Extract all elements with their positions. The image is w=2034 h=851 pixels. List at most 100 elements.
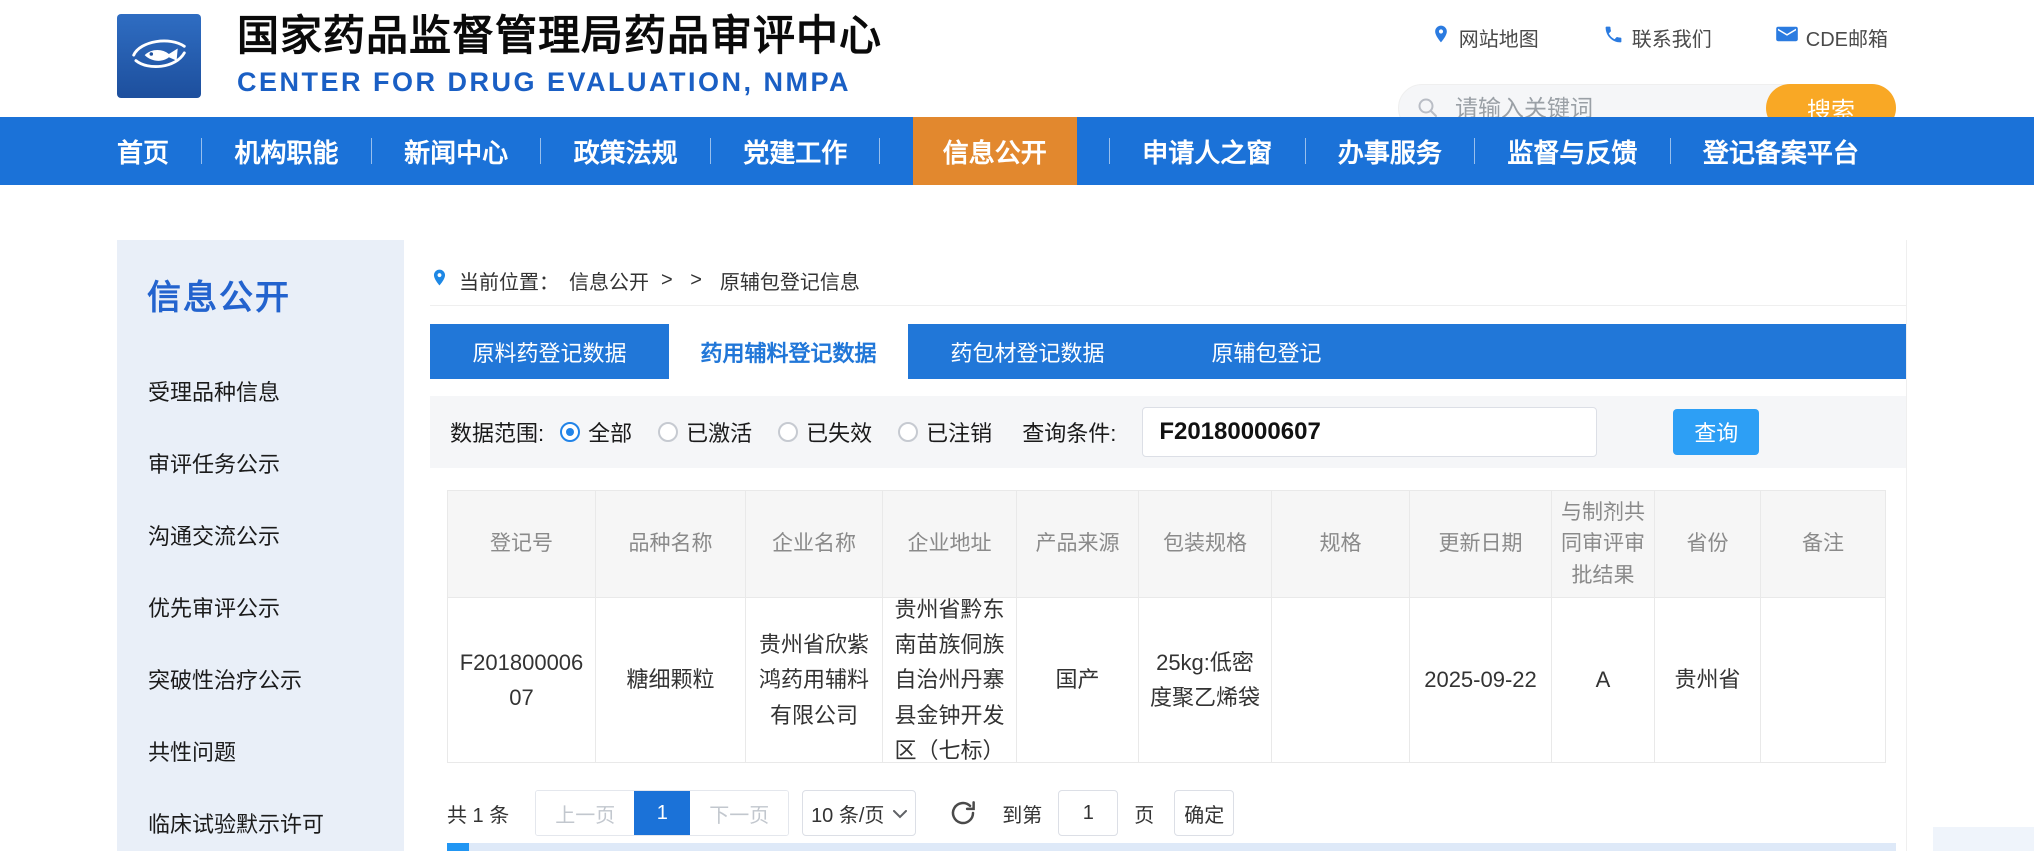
page-size-value: 10 条/页 — [811, 799, 884, 828]
page-number-button[interactable]: 1 — [634, 791, 690, 835]
mailbox-link-label: CDE邮箱 — [1806, 23, 1888, 52]
site-title-block: 国家药品监督管理局药品审评中心 CENTER FOR DRUG EVALUATI… — [237, 13, 882, 98]
radio-label: 已激活 — [686, 416, 752, 448]
cell-product-origin: 国产 — [1017, 598, 1139, 763]
sidebar-item-communication[interactable]: 沟通交流公示 — [117, 499, 404, 571]
radio-icon[interactable] — [658, 422, 678, 442]
radio-option-all[interactable]: 全部 — [560, 416, 632, 448]
contact-link[interactable]: 联系我们 — [1603, 23, 1712, 52]
cell-joint-review-result: A — [1552, 598, 1655, 763]
nav-separator — [879, 138, 880, 164]
breadcrumb-pin-icon — [430, 265, 449, 296]
goto-page-label: 到第 — [1002, 799, 1042, 828]
sidebar-item-review-tasks[interactable]: 审评任务公示 — [117, 427, 404, 499]
breadcrumb: 当前位置： 信息公开 > > 原辅包登记信息 — [430, 256, 1906, 306]
nav-item-functions[interactable]: 机构职能 — [235, 117, 339, 185]
column-header-company-name: 企业名称 — [746, 491, 883, 598]
nav-separator — [1305, 138, 1306, 164]
query-button[interactable]: 查询 — [1673, 409, 1759, 455]
nav-separator — [1109, 138, 1110, 164]
cde-logo[interactable] — [117, 14, 201, 98]
scrollbar-thumb[interactable] — [447, 843, 469, 851]
scope-options: 全部 已激活 已失效 已注销 — [560, 416, 1018, 448]
nav-separator — [201, 138, 202, 164]
scope-label: 数据范围: — [450, 416, 544, 448]
column-header-product-origin: 产品来源 — [1017, 491, 1139, 598]
nav-separator — [710, 138, 711, 164]
breadcrumb-separator: > > — [661, 269, 708, 292]
nav-item-applicant-window[interactable]: 申请人之窗 — [1142, 117, 1272, 185]
page: 国家药品监督管理局药品审评中心 CENTER FOR DRUG EVALUATI… — [0, 0, 2034, 851]
cell-packaging-spec: 25kg:低密度聚乙烯袋 — [1139, 598, 1272, 763]
sidebar-item-priority-review[interactable]: 优先审评公示 — [117, 571, 404, 643]
nav-item-supervision[interactable]: 监督与反馈 — [1507, 117, 1637, 185]
tab-raw-aux-pack[interactable]: 原辅包登记 — [1147, 324, 1386, 379]
cell-company-address: 贵州省黔东南苗族侗族自治州丹寨县金钟开发区（七标） — [883, 598, 1017, 763]
goto-page-input[interactable] — [1058, 790, 1118, 836]
sidebar-item-common-issues[interactable]: 共性问题 — [117, 715, 404, 787]
chevron-down-icon — [893, 802, 907, 825]
bottom-right-panel-edge — [1933, 827, 2034, 851]
column-header-joint-review-result: 与制剂共同审评审批结果 — [1552, 491, 1655, 598]
nav-separator — [1474, 138, 1475, 164]
cell-company-name: 贵州省欣紫鸿药用辅料有限公司 — [746, 598, 883, 763]
tab-packaging-registration[interactable]: 药包材登记数据 — [908, 324, 1147, 379]
column-header-remarks: 备注 — [1761, 491, 1886, 598]
breadcrumb-current: 原辅包登记信息 — [720, 266, 860, 295]
pager-group: 上一页 1 下一页 — [535, 790, 789, 836]
radio-icon[interactable] — [898, 422, 918, 442]
column-header-registration-no: 登记号 — [448, 491, 596, 598]
nav-item-party[interactable]: 党建工作 — [743, 117, 847, 185]
sidebar-item-clinical-trial-approval[interactable]: 临床试验默示许可 — [117, 787, 404, 851]
next-page-button[interactable]: 下一页 — [690, 791, 788, 835]
cell-province: 贵州省 — [1655, 598, 1761, 763]
nav-separator — [540, 138, 541, 164]
tab-api-registration[interactable]: 原料药登记数据 — [430, 324, 669, 379]
nav-item-information-disclosure[interactable]: 信息公开 — [913, 117, 1077, 185]
cell-registration-no: F20180000607 — [448, 598, 596, 763]
header: 国家药品监督管理局药品审评中心 CENTER FOR DRUG EVALUATI… — [0, 0, 2034, 117]
site-subtitle: CENTER FOR DRUG EVALUATION, NMPA — [237, 67, 882, 98]
envelope-icon — [1776, 25, 1798, 49]
sidebar-list: 受理品种信息 审评任务公示 沟通交流公示 优先审评公示 突破性治疗公示 共性问题… — [117, 355, 404, 851]
sidebar-item-breakthrough-therapy[interactable]: 突破性治疗公示 — [117, 643, 404, 715]
radio-checked-icon[interactable] — [560, 422, 580, 442]
radio-option-expired[interactable]: 已失效 — [778, 416, 872, 448]
horizontal-scrollbar[interactable] — [447, 843, 1896, 851]
header-links: 网站地图 联系我们 CDE邮箱 — [1431, 22, 1888, 52]
page-unit-label: 页 — [1134, 799, 1154, 828]
radio-icon[interactable] — [778, 422, 798, 442]
contact-link-label: 联系我们 — [1632, 23, 1712, 52]
nav-item-home[interactable]: 首页 — [117, 117, 169, 185]
column-header-variety-name: 品种名称 — [596, 491, 746, 598]
column-header-update-date: 更新日期 — [1410, 491, 1552, 598]
radio-option-cancelled[interactable]: 已注销 — [898, 416, 992, 448]
mailbox-link[interactable]: CDE邮箱 — [1776, 23, 1888, 52]
sidebar-item-accepted-varieties[interactable]: 受理品种信息 — [117, 355, 404, 427]
nav-item-news[interactable]: 新闻中心 — [404, 117, 508, 185]
sitemap-link-label: 网站地图 — [1459, 23, 1539, 52]
breadcrumb-section[interactable]: 信息公开 — [569, 266, 649, 295]
radio-label: 已失效 — [806, 416, 872, 448]
refresh-icon[interactable] — [948, 798, 978, 828]
page-size-select[interactable]: 10 条/页 — [802, 790, 916, 836]
breadcrumb-prefix: 当前位置： — [459, 266, 559, 295]
nav-item-policies[interactable]: 政策法规 — [574, 117, 678, 185]
nav-item-services[interactable]: 办事服务 — [1338, 117, 1442, 185]
total-count-label: 共 1 条 — [447, 799, 509, 828]
radio-option-activated[interactable]: 已激活 — [658, 416, 752, 448]
nav-separator — [371, 138, 372, 164]
phone-icon — [1603, 24, 1624, 51]
confirm-button[interactable]: 确定 — [1174, 790, 1234, 836]
fish-logo-icon — [126, 30, 192, 83]
radio-label: 全部 — [588, 416, 632, 448]
cell-spec — [1272, 598, 1410, 763]
tab-excipient-registration[interactable]: 药用辅料登记数据 — [669, 324, 908, 379]
column-header-province: 省份 — [1655, 491, 1761, 598]
sidebar-title: 信息公开 — [147, 270, 404, 319]
query-input[interactable] — [1142, 407, 1597, 457]
sitemap-link[interactable]: 网站地图 — [1431, 22, 1539, 52]
main-nav-inner: 首页 机构职能 新闻中心 政策法规 党建工作 信息公开 申请人之窗 办事服务 监… — [117, 117, 1859, 185]
nav-item-registration-platform[interactable]: 登记备案平台 — [1703, 117, 1859, 185]
prev-page-button[interactable]: 上一页 — [536, 791, 634, 835]
